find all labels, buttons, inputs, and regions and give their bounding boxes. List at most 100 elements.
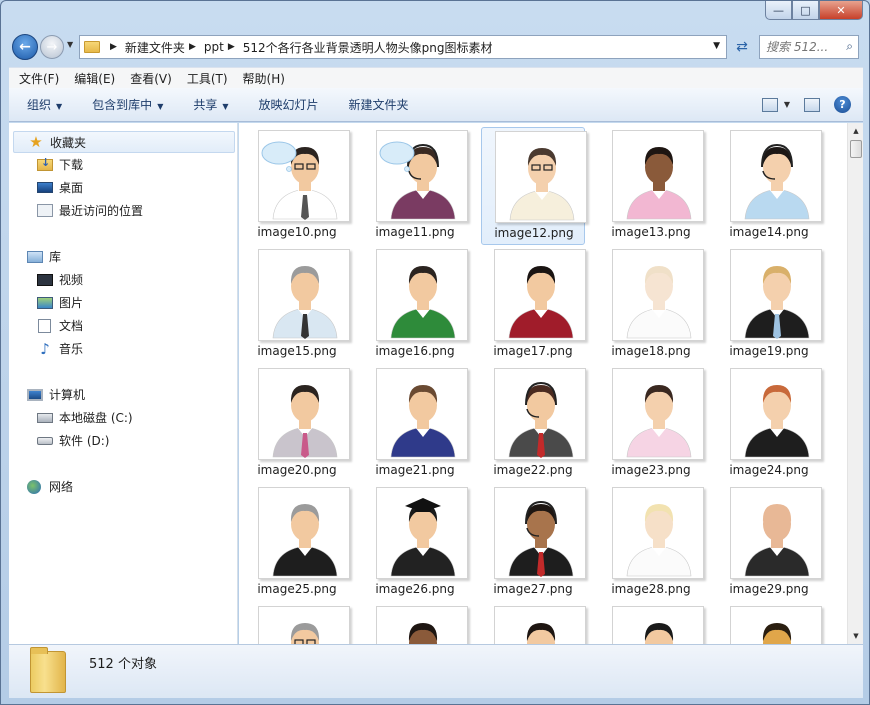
- breadcrumb-new-folder[interactable]: 新建文件夹: [125, 39, 185, 56]
- person-avatar-thumbnail: [494, 368, 586, 460]
- file-name-label: image22.png: [493, 463, 573, 477]
- sidebar-item-downloads[interactable]: 下载: [37, 156, 83, 173]
- sidebar-item-desktop[interactable]: 桌面: [37, 179, 83, 196]
- menu-view[interactable]: 查看(V): [130, 70, 172, 87]
- sidebar-item-drive-d[interactable]: 软件 (D:): [37, 432, 109, 449]
- file-name-label: image27.png: [493, 582, 573, 596]
- file-name-label: image29.png: [729, 582, 809, 596]
- file-name-label: image26.png: [375, 582, 455, 596]
- file-item[interactable]: image27.png: [481, 484, 586, 602]
- close-button[interactable]: ✕: [819, 1, 863, 20]
- person-avatar-thumbnail: [376, 368, 468, 460]
- file-item[interactable]: [245, 603, 350, 644]
- minimize-button[interactable]: —: [765, 1, 792, 20]
- sidebar-item-computer[interactable]: 计算机: [27, 386, 85, 403]
- menu-edit[interactable]: 编辑(E): [74, 70, 115, 87]
- sidebar-item-music[interactable]: ♪ 音乐: [37, 340, 83, 358]
- sidebar-item-videos[interactable]: 视频: [37, 271, 83, 288]
- search-input[interactable]: [766, 40, 840, 54]
- file-item[interactable]: image21.png: [363, 365, 468, 483]
- file-item[interactable]: image10.png: [245, 127, 350, 245]
- search-box[interactable]: ⌕: [759, 35, 859, 59]
- vertical-scrollbar[interactable]: ▲ ▼: [847, 123, 863, 644]
- include-in-library-button[interactable]: 包含到库中 ▼: [92, 96, 163, 113]
- recent-pages-dropdown[interactable]: ▼: [67, 40, 73, 49]
- file-name-label: image28.png: [611, 582, 691, 596]
- maximize-button[interactable]: □: [792, 1, 819, 20]
- sidebar-label: 软件 (D:): [59, 434, 110, 448]
- star-icon: ★: [29, 133, 43, 151]
- file-item[interactable]: [717, 603, 822, 644]
- sidebar-item-drive-c[interactable]: 本地磁盘 (C:): [37, 409, 133, 426]
- person-avatar-thumbnail: [612, 487, 704, 579]
- help-icon[interactable]: ?: [834, 96, 851, 113]
- file-item[interactable]: image18.png: [599, 246, 704, 364]
- sidebar-item-favorites[interactable]: ★ 收藏夹: [13, 131, 235, 153]
- file-name-label: image21.png: [375, 463, 455, 477]
- organize-button[interactable]: 组织 ▼: [27, 96, 62, 113]
- address-dropdown[interactable]: ▼: [713, 41, 720, 51]
- file-name-label: image25.png: [257, 582, 337, 596]
- file-item[interactable]: image11.png: [363, 127, 468, 245]
- person-avatar-thumbnail: [376, 487, 468, 579]
- file-item[interactable]: image23.png: [599, 365, 704, 483]
- file-name-label: image15.png: [257, 344, 337, 358]
- file-item[interactable]: image15.png: [245, 246, 350, 364]
- menu-file[interactable]: 文件(F): [19, 70, 59, 87]
- file-item[interactable]: image26.png: [363, 484, 468, 602]
- sidebar-item-recent[interactable]: 最近访问的位置: [37, 202, 143, 219]
- breadcrumb-ppt[interactable]: ppt: [204, 40, 224, 54]
- preview-pane-icon[interactable]: [804, 97, 820, 112]
- sidebar-item-documents[interactable]: 文档: [37, 317, 83, 334]
- person-avatar-thumbnail: [258, 487, 350, 579]
- file-item[interactable]: image24.png: [717, 365, 822, 483]
- file-item[interactable]: image25.png: [245, 484, 350, 602]
- scrollbar-thumb[interactable]: [850, 140, 862, 158]
- file-item[interactable]: image12.png: [481, 127, 587, 245]
- chevron-right-icon[interactable]: ▶: [189, 42, 196, 52]
- folder-icon: [30, 647, 66, 693]
- details-pane: 512 个对象: [9, 644, 863, 698]
- file-item[interactable]: image13.png: [599, 127, 704, 245]
- sidebar-item-pictures[interactable]: 图片: [37, 294, 83, 311]
- file-item[interactable]: [481, 603, 586, 644]
- chevron-right-icon[interactable]: ▶: [110, 42, 117, 52]
- search-icon[interactable]: ⌕: [846, 39, 853, 54]
- file-item[interactable]: [599, 603, 704, 644]
- sidebar-item-libraries[interactable]: 库: [27, 248, 61, 265]
- forward-button[interactable]: →: [40, 35, 64, 59]
- person-avatar-thumbnail: [612, 368, 704, 460]
- address-bar[interactable]: ▶ 新建文件夹 ▶ ppt ▶ 512个各行各业背景透明人物头像png图标素材 …: [79, 35, 727, 59]
- breadcrumb-current-folder[interactable]: 512个各行各业背景透明人物头像png图标素材: [243, 39, 493, 56]
- file-item[interactable]: [363, 603, 468, 644]
- sidebar-label: 计算机: [49, 388, 86, 402]
- file-item[interactable]: image19.png: [717, 246, 822, 364]
- sidebar-item-network[interactable]: 网络: [27, 478, 73, 495]
- file-item[interactable]: image14.png: [717, 127, 822, 245]
- file-item[interactable]: image17.png: [481, 246, 586, 364]
- downloads-folder-icon: [37, 156, 53, 171]
- slideshow-button[interactable]: 放映幻灯片: [259, 96, 319, 113]
- person-avatar-thumbnail: [376, 606, 468, 644]
- file-item[interactable]: image22.png: [481, 365, 586, 483]
- menu-tools[interactable]: 工具(T): [187, 70, 228, 87]
- command-bar: 组织 ▼ 包含到库中 ▼ 共享 ▼ 放映幻灯片 新建文件夹 ▼ ?: [9, 88, 863, 122]
- file-item[interactable]: image28.png: [599, 484, 704, 602]
- back-button[interactable]: ←: [12, 34, 38, 60]
- scroll-down-icon[interactable]: ▼: [848, 628, 864, 644]
- file-item[interactable]: image20.png: [245, 365, 350, 483]
- file-item[interactable]: image16.png: [363, 246, 468, 364]
- change-view-icon[interactable]: [761, 97, 778, 112]
- file-name-label: image20.png: [257, 463, 337, 477]
- view-options-dropdown[interactable]: ▼: [784, 100, 790, 109]
- chevron-right-icon[interactable]: ▶: [228, 42, 235, 52]
- scroll-up-icon[interactable]: ▲: [848, 123, 864, 139]
- file-item[interactable]: image29.png: [717, 484, 822, 602]
- menu-help[interactable]: 帮助(H): [243, 70, 285, 87]
- person-avatar-thumbnail: [258, 606, 350, 644]
- refresh-button[interactable]: ⇄: [731, 35, 753, 59]
- share-button[interactable]: 共享 ▼: [193, 96, 228, 113]
- sidebar-label: 文档: [59, 319, 84, 333]
- sidebar-label: 最近访问的位置: [59, 204, 144, 218]
- new-folder-button[interactable]: 新建文件夹: [349, 96, 409, 113]
